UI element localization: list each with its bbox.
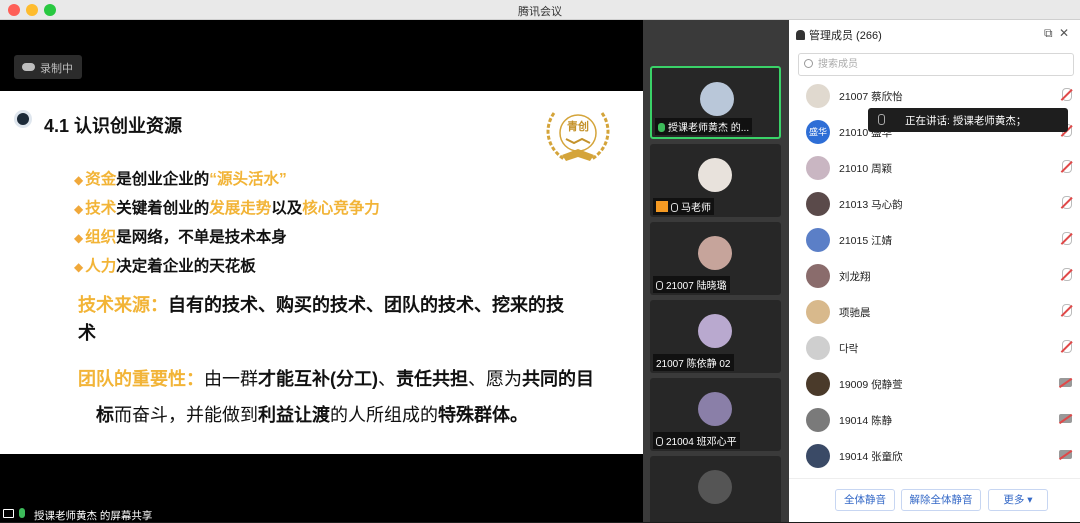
mic-off-icon	[671, 203, 678, 212]
mic-off-icon[interactable]	[1062, 268, 1072, 281]
video-tile[interactable]: 授课老师黄杰 的...	[650, 66, 781, 139]
user-icon	[796, 30, 805, 40]
avatar	[698, 470, 732, 504]
laurel-logo-icon: 青创	[546, 112, 610, 161]
member-name: 19009 倪静萱	[839, 379, 903, 391]
member-name: 项驰晨	[839, 307, 871, 319]
list-item[interactable]: 다락	[806, 334, 1074, 362]
video-tile[interactable]: 马老师	[650, 144, 781, 217]
member-name: 다락	[839, 343, 859, 355]
avatar	[806, 156, 830, 180]
tech-source-line: 技术来源：自有的技术、购买的技术、团队的技术、挖来的技	[78, 295, 564, 315]
panel-actions: 全体静音 解除全体静音 更多 ▾	[789, 478, 1080, 522]
list-item[interactable]: 21015 江婧	[806, 226, 1074, 254]
bullet-line-4: ◆ 人力决定着企业的天花板	[74, 258, 256, 275]
video-tile[interactable]: 21007 陈依静 02	[650, 300, 781, 373]
video-tile[interactable]: 21007 陆晓璐	[650, 222, 781, 295]
logo-text: 青创	[567, 119, 589, 133]
member-name: 21013 马心韵	[839, 199, 903, 211]
list-item[interactable]: 19009 倪静萱	[806, 370, 1074, 398]
avatar	[806, 264, 830, 288]
avatar	[806, 372, 830, 396]
heading-bullet-icon	[14, 110, 32, 128]
camera-off-icon[interactable]	[1059, 414, 1072, 423]
recording-indicator[interactable]: 录制中	[14, 55, 82, 79]
popout-icon[interactable]: ⧉	[1044, 26, 1053, 41]
avatar	[698, 392, 732, 426]
member-name: 21007 蔡欣怡	[839, 91, 903, 103]
member-search[interactable]	[798, 53, 1074, 76]
member-name: 19014 陈静	[839, 415, 893, 427]
avatar	[806, 300, 830, 324]
screen-share-label: 授课老师黄杰 的屏幕共享	[0, 506, 152, 522]
camera-off-icon[interactable]	[1059, 450, 1072, 459]
presentation-slide: 4.1 认识创业资源 青创 ◆ 资金是创业企业的“源头活水” ◆ 技术关键着创业的发…	[0, 91, 643, 454]
avatar: 盛华	[806, 120, 830, 144]
shared-screen-stage: 录制中 4.1 认识创业资源 青创 ◆ 资金是创业企业的“源头活水” ◆ 技术关键着…	[0, 20, 643, 522]
close-panel-icon[interactable]: ✕	[1059, 26, 1069, 40]
bullet-line-1: ◆ 资金是创业企业的“源头活水”	[74, 171, 287, 188]
mic-off-icon[interactable]	[1062, 340, 1072, 353]
panel-title: 管理成员 (266)	[796, 27, 882, 43]
member-name: 19014 张童欣	[839, 451, 903, 463]
avatar	[698, 236, 732, 270]
mic-off-icon[interactable]	[1062, 196, 1072, 209]
team-importance-line: 团队的重要性：由一群才能互补(分工)、责任共担、愿为共同的目	[78, 369, 594, 389]
avatar	[806, 192, 830, 216]
team-importance-line-wrap: 标而奋斗，并能做到利益让渡的人所组成的特殊群体。	[96, 405, 528, 425]
bullet-line-2: ◆ 技术关键着创业的发展走势以及核心竞争力	[74, 200, 380, 217]
avatar	[700, 82, 734, 116]
avatar	[698, 314, 732, 348]
camera-off-icon[interactable]	[1059, 378, 1072, 387]
cloud-icon	[22, 63, 35, 71]
member-name: 刘龙翔	[839, 271, 871, 283]
mic-on-icon	[658, 123, 665, 132]
avatar	[806, 336, 830, 360]
list-item[interactable]: 项驰晨	[806, 298, 1074, 326]
more-button[interactable]: 更多 ▾	[988, 489, 1048, 511]
bullet-line-3: ◆ 组织是网络，不单是技术本身	[74, 229, 287, 246]
mic-off-icon[interactable]	[1062, 160, 1072, 173]
recording-label: 录制中	[40, 63, 73, 75]
search-icon	[804, 59, 813, 68]
avatar	[806, 84, 830, 108]
speaking-tooltip: 正在讲话: 授课老师黄杰；	[868, 108, 1068, 132]
mute-all-button[interactable]: 全体静音	[835, 489, 895, 511]
mic-on-icon	[19, 508, 25, 518]
mic-off-icon	[656, 437, 663, 446]
tech-source-line-wrap: 术	[78, 323, 96, 343]
slide-heading: 4.1 认识创业资源	[44, 116, 183, 136]
mic-off-icon[interactable]	[1062, 88, 1072, 101]
avatar	[806, 408, 830, 432]
screen-share-icon	[3, 509, 14, 518]
video-tiles-strip: 授课老师黄杰 的... 马老师 21007 陆晓璐 21007 陈依静 02 2…	[643, 20, 789, 522]
avatar	[806, 228, 830, 252]
host-icon	[656, 201, 668, 212]
list-item[interactable]: 19014 张童欣	[806, 442, 1074, 470]
window-titlebar: 腾讯会议	[0, 0, 1080, 20]
mic-off-icon[interactable]	[1062, 304, 1072, 317]
member-panel: 管理成员 (266) ⧉ ✕ 21007 蔡欣怡盛华21010 盛华21010 …	[789, 20, 1080, 522]
member-name: 21015 江婧	[839, 235, 893, 247]
video-tile[interactable]	[650, 456, 781, 522]
list-item[interactable]: 21013 马心韵	[806, 190, 1074, 218]
list-item[interactable]: 21007 蔡欣怡	[806, 82, 1074, 110]
window-title: 腾讯会议	[518, 6, 562, 18]
unmute-all-button[interactable]: 解除全体静音	[901, 489, 981, 511]
mic-off-icon	[656, 281, 663, 290]
avatar	[698, 158, 732, 192]
mic-icon	[878, 114, 885, 125]
video-tile[interactable]: 21004 班邓心平	[650, 378, 781, 451]
list-item[interactable]: 21010 周颖	[806, 154, 1074, 182]
mic-off-icon[interactable]	[1062, 232, 1072, 245]
search-input[interactable]	[818, 57, 1068, 72]
list-item[interactable]: 19014 陈静	[806, 406, 1074, 434]
list-item[interactable]: 刘龙翔	[806, 262, 1074, 290]
member-name: 21010 周颖	[839, 163, 893, 175]
avatar	[806, 444, 830, 468]
